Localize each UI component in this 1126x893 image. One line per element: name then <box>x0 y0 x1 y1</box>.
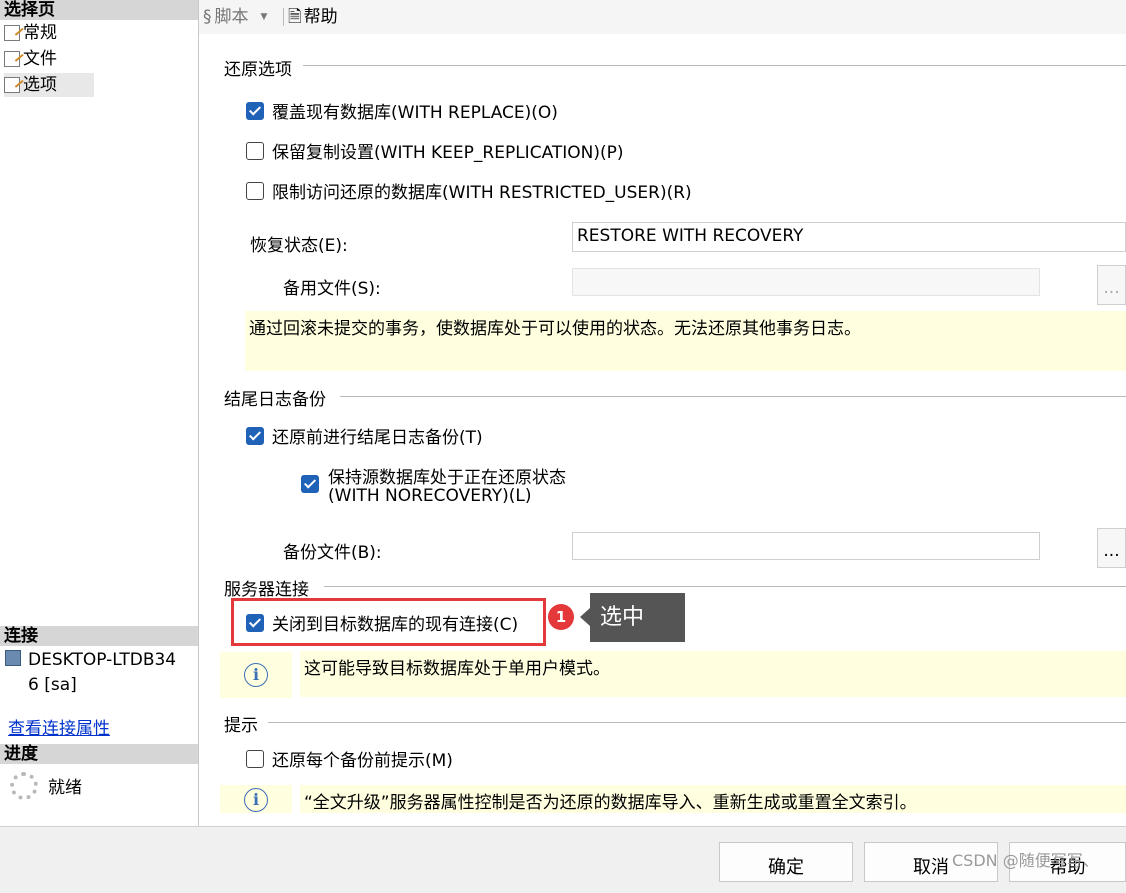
nav-item-general[interactable]: 常规 <box>4 21 57 45</box>
server-connection-title: 服务器连接 <box>224 580 309 600</box>
info-icon: i <box>244 663 268 687</box>
keep-norecovery-label-line1: 保持源数据库处于正在还原状态 <box>328 468 566 488</box>
script-label: 脚本 <box>214 7 249 27</box>
page-settings-icon <box>4 77 20 93</box>
page-settings-icon <box>4 51 20 67</box>
ok-button[interactable]: 确定 <box>719 842 853 882</box>
view-connection-properties-link[interactable]: 查看连接属性 <box>8 714 110 739</box>
prompt-before-label: 还原每个备份前提示(M) <box>272 751 453 771</box>
keep-norecovery-checkbox-row[interactable] <box>301 475 327 493</box>
script-button[interactable]: § 脚本 ▼ <box>203 5 267 29</box>
annotation-tooltip: 选中 <box>580 593 685 642</box>
standby-file-label: 备用文件(S): <box>283 279 381 299</box>
restore-options-title: 还原选项 <box>224 60 292 80</box>
step-badge: 1 <box>548 604 574 630</box>
tail-log-backup-checkbox[interactable] <box>246 426 264 445</box>
toolbar-divider <box>283 8 284 26</box>
select-page-header: 选择页 <box>0 0 198 20</box>
prompt-before-checkbox[interactable] <box>246 749 264 768</box>
connection-header: 连接 <box>0 626 198 646</box>
left-pane: 选择页 常规 文件 选项 连接 DESKTOP-LTDB34 6 [sa] 查看… <box>0 0 199 826</box>
progress-status: 就绪 <box>48 778 82 798</box>
keep-norecovery-checkbox[interactable] <box>301 475 319 493</box>
keep-replication-checkbox[interactable] <box>246 141 264 160</box>
recovery-state-label: 恢复状态(E): <box>250 236 348 256</box>
keep-replication-checkbox-row[interactable]: 保留复制设置(WITH KEEP_REPLICATION)(P) <box>246 138 624 163</box>
nav-item-label: 文件 <box>23 49 57 69</box>
script-icon: § <box>203 7 212 27</box>
overwrite-checkbox-row[interactable]: 覆盖现有数据库(WITH REPLACE)(O) <box>246 98 558 123</box>
server-icon <box>5 650 21 666</box>
keep-replication-label: 保留复制设置(WITH KEEP_REPLICATION)(P) <box>272 143 624 163</box>
nav-item-options[interactable]: 选项 <box>4 73 94 97</box>
backup-file-input[interactable] <box>572 532 1040 560</box>
group-divider <box>340 396 1126 397</box>
prompt-title: 提示 <box>224 716 258 736</box>
connection-login: 6 [sa] <box>28 675 77 695</box>
progress-spinner-icon <box>10 772 38 800</box>
nav-item-files[interactable]: 文件 <box>4 47 57 71</box>
tail-log-backup-label: 还原前进行结尾日志备份(T) <box>272 428 483 448</box>
overwrite-label: 覆盖现有数据库(WITH REPLACE)(O) <box>272 103 558 123</box>
help-toolbar-button[interactable]: 🗎 帮助 <box>283 5 338 29</box>
group-divider <box>303 65 1126 66</box>
recovery-note: 通过回滚未提交的事务，使数据库处于可以使用的状态。无法还原其他事务日志。 <box>245 311 1126 371</box>
nav-item-label: 选项 <box>23 75 57 95</box>
restricted-user-checkbox-row[interactable]: 限制访问还原的数据库(WITH RESTRICTED_USER)(R) <box>246 178 692 203</box>
tail-log-backup-checkbox-row[interactable]: 还原前进行结尾日志备份(T) <box>246 423 483 448</box>
standby-browse-button[interactable]: ... <box>1097 265 1126 305</box>
restricted-user-label: 限制访问还原的数据库(WITH RESTRICTED_USER)(R) <box>272 183 692 203</box>
connection-server: DESKTOP-LTDB34 <box>28 650 177 670</box>
backup-file-label: 备份文件(B): <box>283 543 382 563</box>
backup-browse-button[interactable]: ... <box>1097 528 1126 568</box>
help-label: 帮助 <box>303 7 338 27</box>
info-icon: i <box>244 788 268 812</box>
group-divider <box>324 586 1126 587</box>
group-divider <box>268 722 1126 723</box>
progress-header: 进度 <box>0 744 198 764</box>
tail-log-title: 结尾日志备份 <box>224 390 326 410</box>
recovery-state-select[interactable]: RESTORE WITH RECOVERY <box>572 222 1126 252</box>
prompt-before-checkbox-row[interactable]: 还原每个备份前提示(M) <box>246 746 453 771</box>
single-user-note: 这可能导致目标数据库处于单用户模式。 <box>300 651 1126 697</box>
standby-file-input[interactable] <box>572 268 1040 296</box>
fulltext-note: “全文升级”服务器属性控制是否为还原的数据库导入、重新生成或重置全文索引。 <box>300 785 1126 813</box>
highlight-box <box>231 598 546 646</box>
help-doc-icon: 🗎 <box>288 7 302 27</box>
keep-norecovery-label-line2: (WITH NORECOVERY)(L) <box>328 486 532 506</box>
toolbar: § 脚本 ▼ 🗎 帮助 <box>199 0 1126 34</box>
restricted-user-checkbox[interactable] <box>246 181 264 200</box>
chevron-down-icon[interactable]: ▼ <box>261 5 268 29</box>
page-settings-icon <box>4 25 20 41</box>
overwrite-checkbox[interactable] <box>246 101 264 120</box>
nav-item-label: 常规 <box>23 23 57 43</box>
watermark: CSDN @随便写写、 <box>952 851 1099 870</box>
